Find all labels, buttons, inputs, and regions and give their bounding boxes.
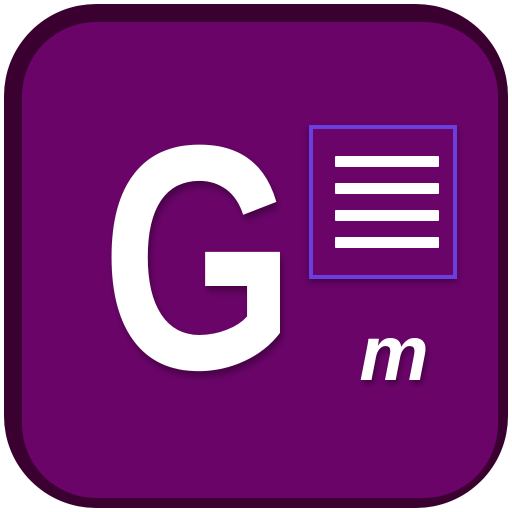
letter-g-text: G <box>104 118 294 418</box>
document-lines-icon <box>309 125 457 279</box>
letter-g: G <box>104 118 294 418</box>
document-line <box>335 156 439 167</box>
document-line <box>335 237 439 248</box>
app-icon-frame[interactable]: G m <box>4 4 508 508</box>
document-line <box>335 183 439 194</box>
app-icon[interactable]: G m <box>22 22 498 498</box>
letter-m: m <box>334 309 454 402</box>
document-line <box>335 210 439 221</box>
letter-m-text: m <box>359 322 428 397</box>
